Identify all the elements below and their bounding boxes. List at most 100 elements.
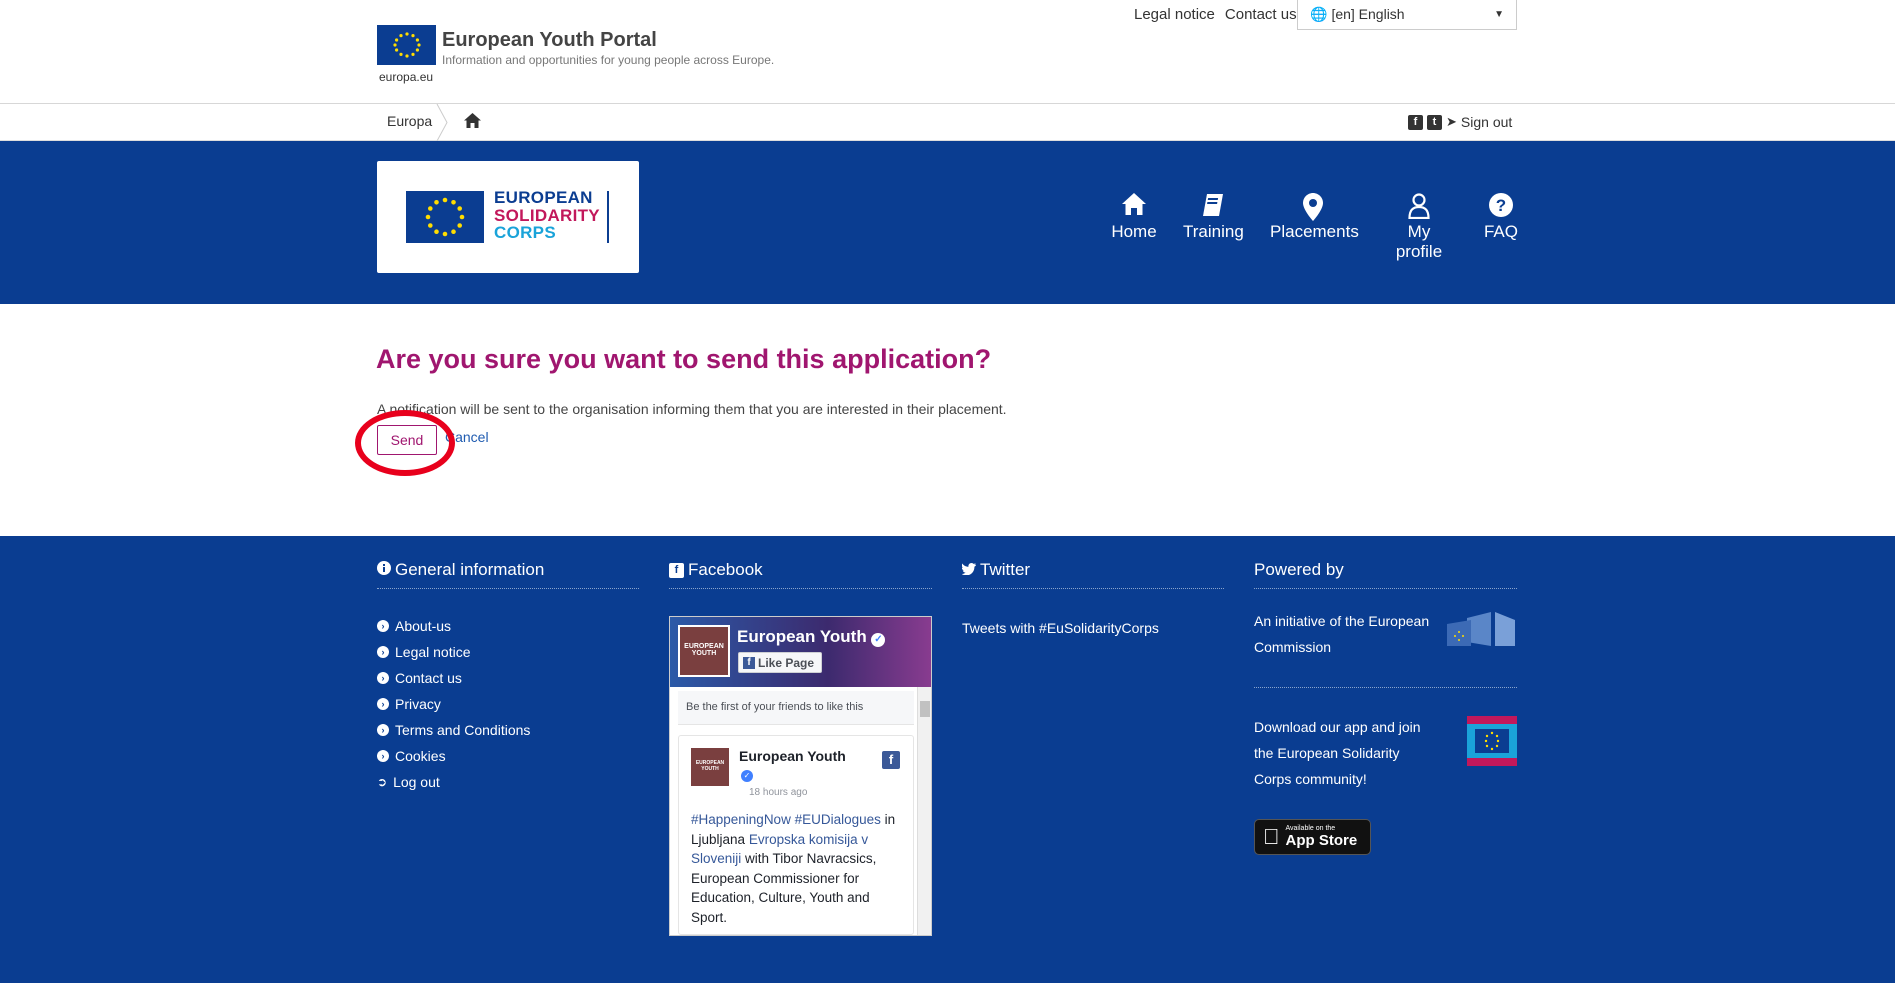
esc-app-logo[interactable] — [1467, 716, 1517, 766]
book-icon — [1183, 193, 1243, 221]
facebook-icon: f — [743, 656, 755, 669]
account-links: f t ➤ Sign out — [1408, 114, 1512, 130]
twitter-icon[interactable]: t — [1427, 114, 1442, 130]
fb-scrollbar-thumb[interactable] — [920, 701, 930, 717]
send-button[interactable]: Send — [377, 425, 437, 455]
fb-post-author[interactable]: European Youth — [739, 748, 846, 764]
verified-icon: ✓ — [871, 633, 886, 647]
chevron-circle-icon: › — [377, 646, 389, 658]
nav-my-profile-label: My profile — [1395, 222, 1443, 261]
contact-us-link[interactable]: Contact us — [1225, 6, 1297, 23]
question-circle-icon: ? — [1482, 193, 1520, 221]
footer-link-label[interactable]: Log out — [393, 774, 440, 790]
footer-general-links: › About-us › Legal notice › Contact us › Pri… — [377, 613, 639, 795]
footer-facebook-column: f Facebook — [669, 560, 932, 589]
language-label: [en] English — [1331, 6, 1405, 22]
caret-down-icon: ▼ — [1494, 9, 1504, 20]
download-app-text: Download our app and join the European S… — [1254, 719, 1421, 787]
europa-label[interactable]: europa.eu — [379, 70, 433, 84]
language-select[interactable]: 🌐 [en] English ▼ — [1297, 0, 1517, 30]
notification-notice: A notification will be sent to the organ… — [377, 401, 1007, 417]
portal-title[interactable]: European Youth Portal — [442, 29, 657, 52]
app-store-badge[interactable]:  Available on the App Store — [1254, 819, 1371, 855]
footer-link-cookies[interactable]: › Cookies — [377, 743, 639, 769]
portal-subtitle: Information and opportunities for young … — [442, 53, 775, 67]
fb-page-name-text: European Youth — [737, 627, 867, 646]
map-marker-icon — [1270, 193, 1356, 221]
apple-icon:  — [1263, 826, 1280, 848]
footer-link-about-us[interactable]: › About-us — [377, 613, 639, 639]
footer-link-label[interactable]: About-us — [395, 618, 451, 634]
chevron-circle-icon: › — [377, 750, 389, 762]
footer-link-log-out[interactable]: ➲ Log out — [377, 769, 639, 795]
fb-friends-notice: Be the first of your friends to like thi… — [678, 691, 914, 725]
nav-home[interactable]: Home — [1111, 193, 1157, 242]
cancel-link[interactable]: Cancel — [445, 429, 489, 445]
footer-link-legal-notice[interactable]: › Legal notice — [377, 639, 639, 665]
footer-powered-heading: Powered by — [1254, 560, 1517, 589]
fb-post-avatar[interactable]: EUROPEAN YOUTH — [691, 748, 729, 786]
home-icon — [1111, 193, 1157, 221]
initiative-text: An initiative of the European Commission — [1254, 613, 1430, 655]
esc-logo-divider — [607, 191, 609, 243]
facebook-page-widget[interactable]: EUROPEAN YOUTH European Youth ✓ f Like P… — [669, 616, 932, 936]
fb-scrollbar[interactable] — [917, 687, 931, 935]
footer-link-label[interactable]: Cookies — [395, 748, 446, 764]
user-icon — [1383, 193, 1455, 221]
nav-training[interactable]: Training — [1183, 193, 1244, 242]
footer-twitter-column: Twitter — [961, 560, 1224, 589]
breadcrumb: Europa f t ➤ Sign out — [0, 104, 1895, 141]
nav-training-label: Training — [1183, 222, 1244, 241]
footer-link-privacy[interactable]: › Privacy — [377, 691, 639, 717]
nav-faq-label: FAQ — [1483, 222, 1518, 241]
footer-link-label[interactable]: Contact us — [395, 670, 462, 686]
esc-line-1: EUROPEAN — [494, 188, 593, 207]
footer-facebook-title: Facebook — [688, 560, 763, 579]
esc-line-3: CORPS — [494, 223, 556, 242]
fb-post-time[interactable]: 18 hours ago — [749, 787, 807, 798]
sign-out-link[interactable]: Sign out — [1461, 114, 1512, 130]
chevron-circle-icon: › — [377, 620, 389, 632]
nav-placements-label: Placements — [1270, 222, 1359, 241]
fb-post: EUROPEAN YOUTH European Youth ✓ 18 hours… — [678, 735, 914, 935]
breadcrumb-home-icon[interactable] — [464, 113, 481, 133]
footer-link-label[interactable]: Terms and Conditions — [395, 722, 530, 738]
nav-my-profile[interactable]: My profile — [1383, 193, 1455, 262]
svg-text:?: ? — [1496, 196, 1506, 215]
fb-page-name[interactable]: European Youth ✓ — [737, 627, 886, 647]
nav-placements[interactable]: Placements — [1270, 193, 1359, 242]
footer-link-label[interactable]: Legal notice — [395, 644, 471, 660]
globe-icon: 🌐 — [1310, 6, 1328, 22]
footer-general-column: General information › About-us › Legal not… — [377, 560, 639, 795]
fb-like-label: Like Page — [758, 655, 815, 670]
powered-divider — [1254, 687, 1517, 688]
log-out-icon: ➲ — [377, 775, 388, 789]
app-store-text: Available on the App Store — [1286, 825, 1358, 849]
legal-notice-link[interactable]: Legal notice — [1134, 6, 1215, 23]
eu-flag-logo[interactable] — [377, 25, 436, 65]
eu-flag-icon — [406, 191, 484, 243]
page-title: Are you sure you want to send this appli… — [376, 344, 992, 374]
nav-faq[interactable]: ? FAQ — [1482, 193, 1520, 242]
footer-general-title: General information — [395, 560, 545, 579]
facebook-icon[interactable]: f — [882, 751, 900, 769]
footer-link-terms[interactable]: › Terms and Conditions — [377, 717, 639, 743]
breadcrumb-europa[interactable]: Europa — [387, 113, 432, 129]
sign-out-icon: ➤ — [1446, 114, 1457, 129]
footer-powered-column: Powered by An initiative of the European… — [1254, 560, 1517, 787]
chevron-circle-icon: › — [377, 724, 389, 736]
twitter-feed-link[interactable]: Tweets with #EuSolidarityCorps — [962, 620, 1159, 636]
fb-page-avatar[interactable]: EUROPEAN YOUTH — [678, 625, 730, 677]
footer-link-contact-us[interactable]: › Contact us — [377, 665, 639, 691]
twitter-icon — [961, 560, 976, 580]
fb-post-hashtags[interactable]: #HappeningNow #EUDialogues — [691, 812, 881, 827]
facebook-icon[interactable]: f — [1408, 114, 1423, 130]
fb-post-text: #HappeningNow #EUDialogues in Ljubljana … — [691, 810, 901, 927]
european-commission-logo[interactable] — [1447, 610, 1517, 648]
app-store-big: App Store — [1269, 832, 1358, 849]
fb-like-page-button[interactable]: f Like Page — [738, 652, 822, 673]
fb-cover-image[interactable]: EUROPEAN YOUTH European Youth ✓ f Like P… — [670, 617, 931, 687]
footer: General information › About-us › Legal not… — [0, 536, 1895, 983]
esc-logo[interactable]: EUROPEAN SOLIDARITY CORPS — [377, 161, 639, 273]
footer-link-label[interactable]: Privacy — [395, 696, 441, 712]
